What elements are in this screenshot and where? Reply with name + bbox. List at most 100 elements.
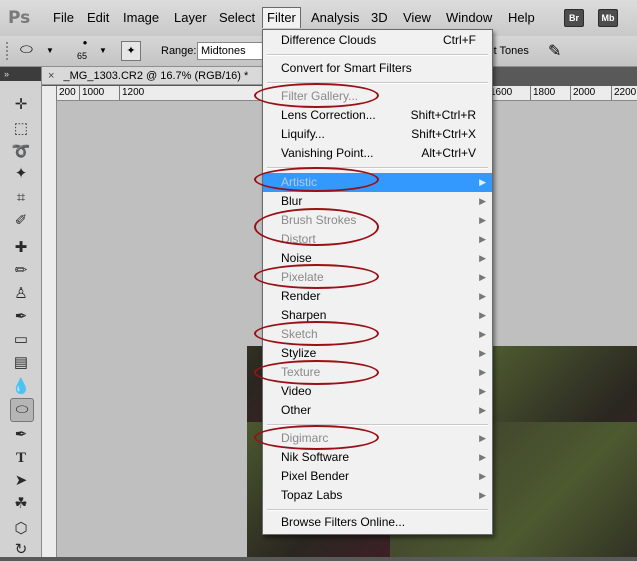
menu-separator xyxy=(267,82,488,84)
ruler-tick: 1800 xyxy=(530,86,555,100)
menu-analysis[interactable]: Analysis xyxy=(307,8,363,28)
close-document-icon[interactable]: × xyxy=(48,70,54,82)
document-tab[interactable]: × _MG_1303.CR2 @ 16.7% (RGB/16) * xyxy=(42,67,277,85)
menu-item-browse-filters-online[interactable]: Browse Filters Online... xyxy=(263,513,492,532)
menu-item-convert-smart-filters[interactable]: Convert for Smart Filters xyxy=(263,59,492,78)
menu-filter[interactable]: Filter xyxy=(262,7,301,28)
menu-item-vanishing-point[interactable]: Vanishing Point... Alt+Ctrl+V xyxy=(263,144,492,163)
menu-item-texture[interactable]: Texture ▶ xyxy=(263,363,492,382)
type-tool-icon[interactable]: T xyxy=(10,447,32,469)
menu-item-stylize[interactable]: Stylize ▶ xyxy=(263,344,492,363)
brush-dropdown-arrow-icon[interactable]: ▼ xyxy=(99,46,107,55)
custom-shape-tool-icon[interactable]: ☘ xyxy=(10,493,32,515)
menu-item-video[interactable]: Video ▶ xyxy=(263,382,492,401)
document-title: _MG_1303.CR2 @ 16.7% (RGB/16) * xyxy=(63,70,249,82)
filter-menu-dropdown: Difference Clouds Ctrl+F Convert for Sma… xyxy=(262,29,493,535)
lasso-tool-icon[interactable]: ➰ xyxy=(10,141,32,163)
pressure-airbrush-icon[interactable]: ✎ xyxy=(548,41,561,61)
menu-item-label: Liquify... xyxy=(281,127,325,141)
menu-item-pixelate[interactable]: Pixelate ▶ xyxy=(263,268,492,287)
menu-item-distort[interactable]: Distort ▶ xyxy=(263,230,492,249)
menu-3d[interactable]: 3D xyxy=(367,8,392,28)
brush-panel-icon[interactable]: ✦ xyxy=(121,41,141,61)
menu-layer[interactable]: Layer xyxy=(170,8,211,28)
bridge-button[interactable]: Br xyxy=(564,9,584,27)
submenu-arrow-icon: ▶ xyxy=(479,329,486,339)
gradient-tool-icon[interactable]: ▤ xyxy=(10,352,32,374)
mini-bridge-button[interactable]: Mb xyxy=(598,9,618,27)
menu-item-label: Convert for Smart Filters xyxy=(281,61,412,75)
photoshop-logo: Ps xyxy=(8,8,31,28)
menu-help[interactable]: Help xyxy=(504,8,539,28)
dodge-tool-icon[interactable]: ⬭ xyxy=(10,398,34,422)
history-brush-tool-icon[interactable]: ✒ xyxy=(10,306,32,328)
menu-item-nik-software[interactable]: Nik Software ▶ xyxy=(263,448,492,467)
shortcut-label: Ctrl+F xyxy=(443,33,476,47)
menu-item-label: Blur xyxy=(281,194,303,208)
move-tool-icon[interactable]: ✛ xyxy=(10,94,32,116)
blur-tool-icon[interactable]: 💧 xyxy=(10,376,32,398)
quick-selection-tool-icon[interactable]: ✦ xyxy=(10,163,32,185)
menu-edit[interactable]: Edit xyxy=(83,8,113,28)
submenu-arrow-icon: ▶ xyxy=(479,386,486,396)
menu-item-render[interactable]: Render ▶ xyxy=(263,287,492,306)
submenu-arrow-icon: ▶ xyxy=(479,272,486,282)
menu-item-label: Brush Strokes xyxy=(281,213,357,227)
options-grip[interactable] xyxy=(6,42,14,60)
dodge-tool-preset-icon[interactable]: ⬭ xyxy=(20,41,44,59)
spot-healing-tool-icon[interactable]: ✚ xyxy=(10,237,32,259)
menu-item-other[interactable]: Other ▶ xyxy=(263,401,492,420)
range-label: Range: xyxy=(161,45,197,57)
ruler-tick: 2000 xyxy=(570,86,595,100)
ruler-origin[interactable] xyxy=(42,86,57,101)
menu-file[interactable]: File xyxy=(49,8,78,28)
menu-item-liquify[interactable]: Liquify... Shift+Ctrl+X xyxy=(263,125,492,144)
menu-item-filter-gallery[interactable]: Filter Gallery... xyxy=(263,87,492,106)
preset-dropdown-arrow-icon[interactable]: ▼ xyxy=(46,46,54,55)
menu-item-label: Distort xyxy=(281,232,316,246)
ruler-tick: 1000 xyxy=(79,86,104,100)
menu-item-artistic[interactable]: Artistic ▶ xyxy=(263,173,492,192)
menu-separator xyxy=(267,509,488,511)
3d-orbit-tool-icon[interactable]: ↻ xyxy=(10,539,32,561)
menu-item-topaz-labs[interactable]: Topaz Labs ▶ xyxy=(263,486,492,505)
menu-item-difference-clouds[interactable]: Difference Clouds Ctrl+F xyxy=(263,31,492,50)
clone-stamp-tool-icon[interactable]: ♙ xyxy=(10,283,32,305)
menu-item-lens-correction[interactable]: Lens Correction... Shift+Ctrl+R xyxy=(263,106,492,125)
eyedropper-tool-icon[interactable]: ✐ xyxy=(10,210,32,232)
menu-item-sharpen[interactable]: Sharpen ▶ xyxy=(263,306,492,325)
pen-tool-icon[interactable]: ✒ xyxy=(10,424,32,446)
submenu-arrow-icon: ▶ xyxy=(479,291,486,301)
menu-item-label: Browse Filters Online... xyxy=(281,515,406,529)
submenu-arrow-icon: ▶ xyxy=(479,196,486,206)
shortcut-label: Shift+Ctrl+X xyxy=(411,127,476,141)
menu-select[interactable]: Select xyxy=(215,8,259,28)
submenu-arrow-icon: ▶ xyxy=(479,310,486,320)
menu-item-noise[interactable]: Noise ▶ xyxy=(263,249,492,268)
tools-panel-header[interactable]: » xyxy=(0,67,41,81)
eraser-tool-icon[interactable]: ▭ xyxy=(10,329,32,351)
marquee-tool-icon[interactable]: ⬚ xyxy=(10,118,32,140)
shortcut-label: Shift+Ctrl+R xyxy=(410,108,476,122)
menu-item-blur[interactable]: Blur ▶ xyxy=(263,192,492,211)
3d-rotate-tool-icon[interactable]: ⬡ xyxy=(10,518,32,540)
menu-image[interactable]: Image xyxy=(119,8,163,28)
menu-item-label: Sketch xyxy=(281,327,318,341)
menu-item-digimarc[interactable]: Digimarc ▶ xyxy=(263,429,492,448)
submenu-arrow-icon: ▶ xyxy=(479,490,486,500)
brush-dot-icon[interactable]: ● xyxy=(74,38,96,47)
range-select[interactable]: Midtones xyxy=(197,42,268,60)
menu-window[interactable]: Window xyxy=(442,8,496,28)
brush-tool-icon[interactable]: ✏ xyxy=(10,260,32,282)
crop-tool-icon[interactable]: ⌗ xyxy=(10,187,32,209)
menu-item-label: Difference Clouds xyxy=(281,33,377,47)
path-selection-tool-icon[interactable]: ➤ xyxy=(10,470,32,492)
menu-item-sketch[interactable]: Sketch ▶ xyxy=(263,325,492,344)
vertical-ruler[interactable] xyxy=(42,100,57,557)
menu-separator xyxy=(267,54,488,56)
menu-item-label: Render xyxy=(281,289,321,303)
menu-item-pixel-bender[interactable]: Pixel Bender ▶ xyxy=(263,467,492,486)
ruler-tick: 200 xyxy=(56,86,76,100)
menu-view[interactable]: View xyxy=(399,8,435,28)
menu-item-brush-strokes[interactable]: Brush Strokes ▶ xyxy=(263,211,492,230)
